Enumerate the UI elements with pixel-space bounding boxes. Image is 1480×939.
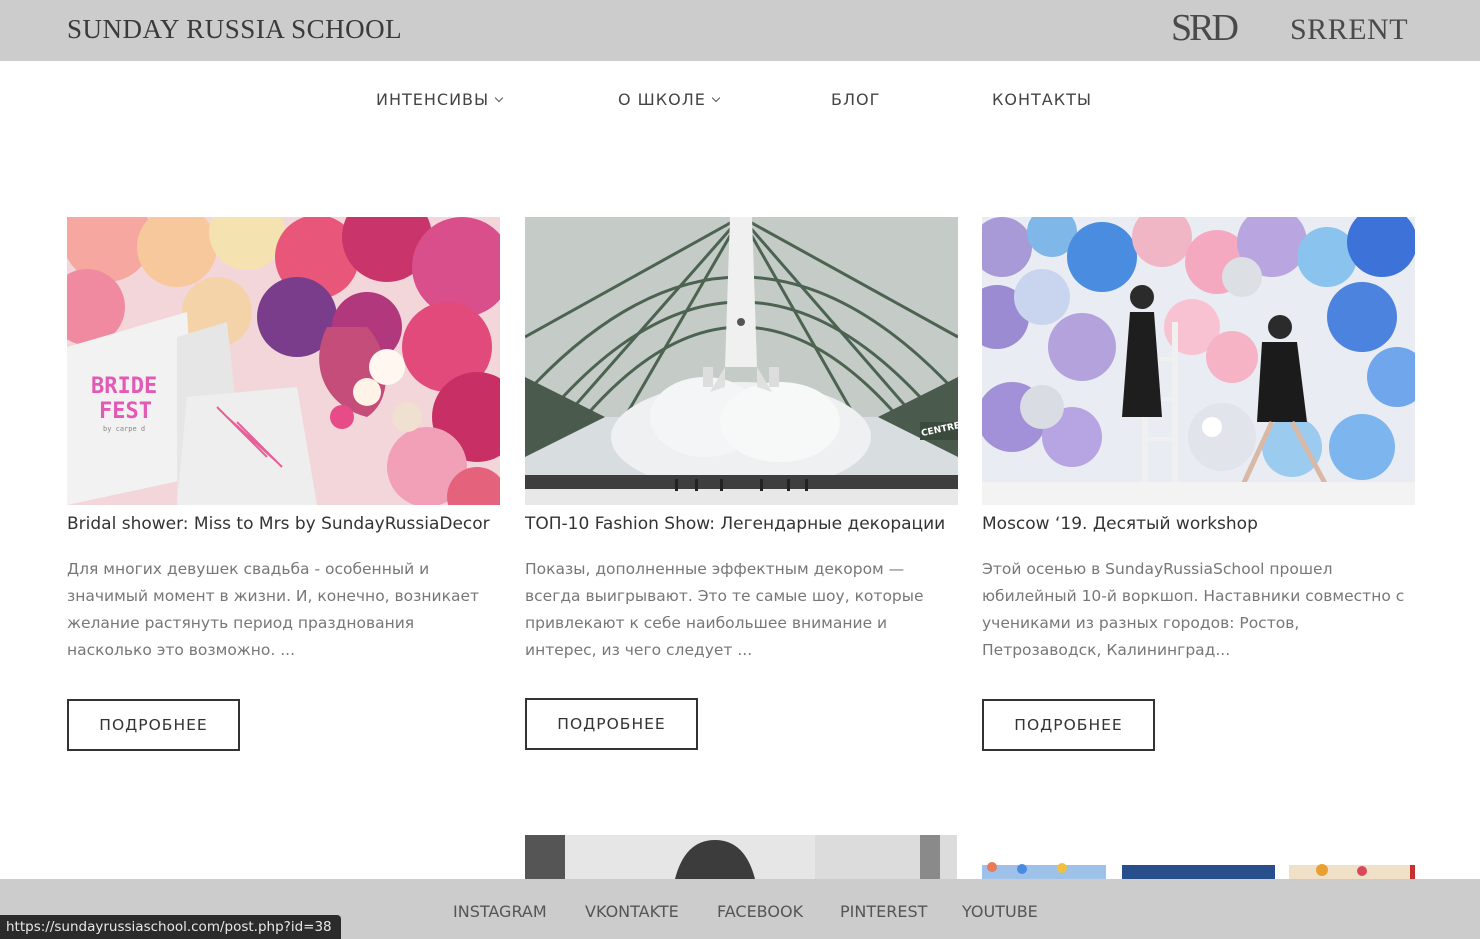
bride-fest-sign-text: BRIDE FEST by carpe d [91, 374, 158, 433]
vkontakte-link[interactable]: VKONTAKTE [585, 902, 679, 921]
post-image-moscow-workshop[interactable] [982, 217, 1415, 505]
nav-item-blog[interactable]: БЛОГ [831, 90, 880, 109]
read-more-button[interactable]: ПОДРОБНЕЕ [67, 699, 240, 751]
post-title-link[interactable]: ТОП-10 Fashion Show: Легендарные декорац… [525, 514, 958, 534]
srrent-logo-link[interactable]: SRRENT [1290, 13, 1408, 47]
nav-item-label: ИНТЕНСИВЫ [376, 90, 490, 109]
post-excerpt: Для многих девушек свадьба - особенный и… [67, 560, 480, 659]
post-title-link[interactable]: Moscow ‘19. Десятый workshop [982, 514, 1415, 534]
post-card: BRIDE FEST by carpe d Bridal shower: Mis… [67, 217, 500, 664]
nav-item-label: БЛОГ [831, 90, 881, 109]
post-image-fashion-show[interactable]: CENTRE [525, 217, 958, 505]
post-image-bride-fest[interactable]: BRIDE FEST by carpe d [67, 217, 500, 505]
chevron-down-icon [711, 93, 721, 103]
post-title-link[interactable]: Bridal shower: Miss to Mrs by SundayRuss… [67, 514, 500, 534]
youtube-link[interactable]: YOUTUBE [962, 902, 1038, 921]
facebook-link[interactable]: FACEBOOK [717, 902, 803, 921]
post-excerpt: Показы, дополненные эффектным декором — … [525, 560, 924, 659]
pinterest-link[interactable]: PINTEREST [840, 902, 927, 921]
nav-item-label: О ШКОЛЕ [618, 90, 706, 109]
instagram-link[interactable]: INSTAGRAM [453, 902, 547, 921]
nav-item-contacts[interactable]: КОНТАКТЫ [992, 90, 1092, 109]
post-image-preview[interactable] [982, 835, 1415, 879]
top-header: SUNDAY RUSSIA SCHOOL SRD SRRENT [0, 0, 1480, 61]
nav-item-label: КОНТАКТЫ [992, 90, 1092, 109]
read-more-button[interactable]: ПОДРОБНЕЕ [982, 699, 1155, 751]
srd-logo-link[interactable]: SRD [1171, 6, 1239, 50]
site-brand-link[interactable]: SUNDAY RUSSIA SCHOOL [67, 14, 402, 45]
nav-item-intensives[interactable]: ИНТЕНСИВЫ [376, 90, 504, 109]
browser-status-url: https://sundayrussiaschool.com/post.php?… [0, 915, 341, 939]
read-more-button[interactable]: ПОДРОБНЕЕ [525, 698, 698, 750]
main-nav: ИНТЕНСИВЫ О ШКОЛЕ БЛОГ КОНТАКТЫ [0, 61, 1480, 141]
chevron-down-icon [494, 93, 504, 103]
post-card: CENTRE ТОП-10 Fashion Show: Легендарные … [525, 217, 958, 664]
post-card: Moscow ‘19. Десятый workshop Этой осенью… [982, 217, 1415, 664]
post-image-preview[interactable] [525, 835, 957, 879]
nav-item-about[interactable]: О ШКОЛЕ [618, 90, 721, 109]
post-excerpt: Этой осенью в SundayRussiaSchool прошел … [982, 560, 1405, 659]
